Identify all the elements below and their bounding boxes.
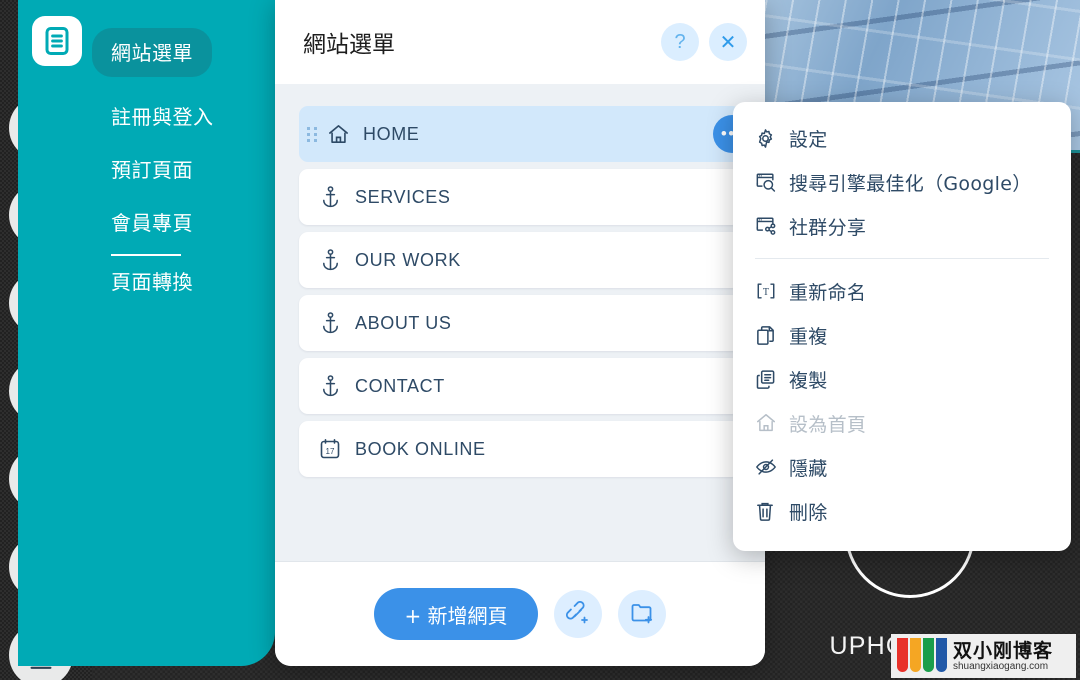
watermark-logo-icon — [897, 638, 957, 672]
context-item-settings[interactable]: 設定 — [733, 116, 1071, 160]
context-item-seo[interactable]: 搜尋引擎最佳化（Google） — [733, 160, 1071, 204]
dialog-footer: + 新增網頁 — [275, 561, 765, 666]
anchor-icon — [317, 311, 343, 335]
page-list: HOME ••• SERVICES OUR WORK ABOUT US CONT… — [275, 84, 765, 561]
context-item-label: 重複 — [789, 325, 828, 348]
context-item-duplicate[interactable]: 重複 — [733, 313, 1071, 357]
document-list-icon[interactable] — [32, 16, 82, 66]
anchor-icon — [317, 185, 343, 209]
watermark: 双小刚博客 shuangxiaogang.com — [891, 634, 1076, 678]
site-menu-dialog: 網站選單 ? ✕ HOME ••• SERVICES OUR WORK ABOU… — [275, 0, 765, 666]
site-menu-link-signup[interactable]: 註冊與登入 — [92, 101, 277, 130]
anchor-icon — [317, 248, 343, 272]
dialog-title: 網站選單 — [303, 32, 395, 58]
gear-icon — [755, 128, 789, 149]
page-label: CONTACT — [355, 375, 445, 396]
close-button[interactable]: ✕ — [709, 23, 747, 61]
rename-text-icon: T — [755, 281, 789, 301]
context-item-rename[interactable]: T 重新命名 — [733, 269, 1071, 313]
table-row[interactable]: HOME ••• — [299, 106, 751, 162]
page-label: OUR WORK — [355, 249, 461, 270]
site-menu-panel: 網站選單 註冊與登入 預訂頁面 會員專頁 頁面轉換 — [18, 0, 275, 666]
anchor-icon — [317, 374, 343, 398]
svg-text:T: T — [763, 287, 769, 298]
add-page-button[interactable]: + 新增網頁 — [374, 588, 538, 640]
context-item-label: 設為首頁 — [789, 413, 867, 436]
page-label: ABOUT US — [355, 312, 452, 333]
folder-plus-icon — [630, 601, 654, 628]
site-menu-links: 網站選單 註冊與登入 預訂頁面 會員專頁 頁面轉換 — [92, 28, 277, 295]
watermark-title: 双小刚博客 — [953, 641, 1054, 662]
home-icon — [325, 123, 351, 146]
site-menu-pill[interactable]: 網站選單 — [92, 28, 212, 77]
context-item-social-share[interactable]: 社群分享 — [733, 204, 1071, 248]
context-item-label: 設定 — [789, 128, 828, 151]
site-menu-link-members[interactable]: 會員專頁 — [92, 207, 277, 236]
svg-text:17: 17 — [326, 447, 335, 456]
dialog-header-actions: ? ✕ — [661, 23, 747, 61]
eye-off-icon — [755, 457, 789, 477]
close-icon: ✕ — [719, 31, 737, 54]
table-row[interactable]: SERVICES — [299, 169, 741, 225]
site-menu-link-page-transition[interactable]: 頁面轉換 — [92, 266, 277, 295]
add-folder-button[interactable] — [617, 590, 666, 638]
context-item-label: 社群分享 — [789, 216, 867, 239]
page-label: HOME — [363, 123, 420, 144]
table-row[interactable]: OUR WORK — [299, 232, 741, 288]
drag-handle-icon[interactable] — [307, 125, 319, 143]
help-button[interactable]: ? — [661, 23, 699, 61]
seo-search-icon — [755, 172, 789, 193]
context-item-copy[interactable]: 複製 — [733, 357, 1071, 401]
add-link-button[interactable] — [553, 590, 602, 638]
duplicate-icon — [755, 325, 789, 346]
site-menu-divider — [111, 254, 181, 256]
calendar-icon: 17 — [317, 438, 343, 460]
context-item-label: 刪除 — [789, 501, 828, 524]
context-item-delete[interactable]: 刪除 — [733, 489, 1071, 533]
copy-icon — [755, 369, 789, 390]
context-menu-separator — [755, 258, 1049, 259]
link-plus-icon — [565, 600, 590, 628]
home-outline-icon — [755, 412, 789, 434]
social-share-icon — [755, 216, 789, 237]
page-context-menu: 設定 搜尋引擎最佳化（Google） 社群分享 T 重新命名 重複 複製 設為首… — [733, 102, 1071, 551]
table-row[interactable]: 17 BOOK ONLINE — [299, 421, 741, 477]
table-row[interactable]: CONTACT — [299, 358, 741, 414]
context-item-hide[interactable]: 隱藏 — [733, 445, 1071, 489]
watermark-url: shuangxiaogang.com — [953, 661, 1049, 672]
site-menu-link-booking[interactable]: 預訂頁面 — [92, 154, 277, 183]
trash-icon — [755, 501, 789, 522]
context-item-label: 搜尋引擎最佳化（Google） — [789, 172, 1032, 195]
table-row[interactable]: ABOUT US — [299, 295, 741, 351]
page-label: SERVICES — [355, 186, 451, 207]
context-item-label: 複製 — [789, 369, 828, 392]
context-item-label: 隱藏 — [789, 457, 828, 480]
question-mark-icon: ? — [674, 30, 686, 53]
dialog-header: 網站選單 ? ✕ — [275, 0, 765, 84]
context-item-label: 重新命名 — [789, 281, 867, 304]
context-item-set-as-homepage: 設為首頁 — [733, 401, 1071, 445]
page-label: BOOK ONLINE — [355, 438, 486, 459]
